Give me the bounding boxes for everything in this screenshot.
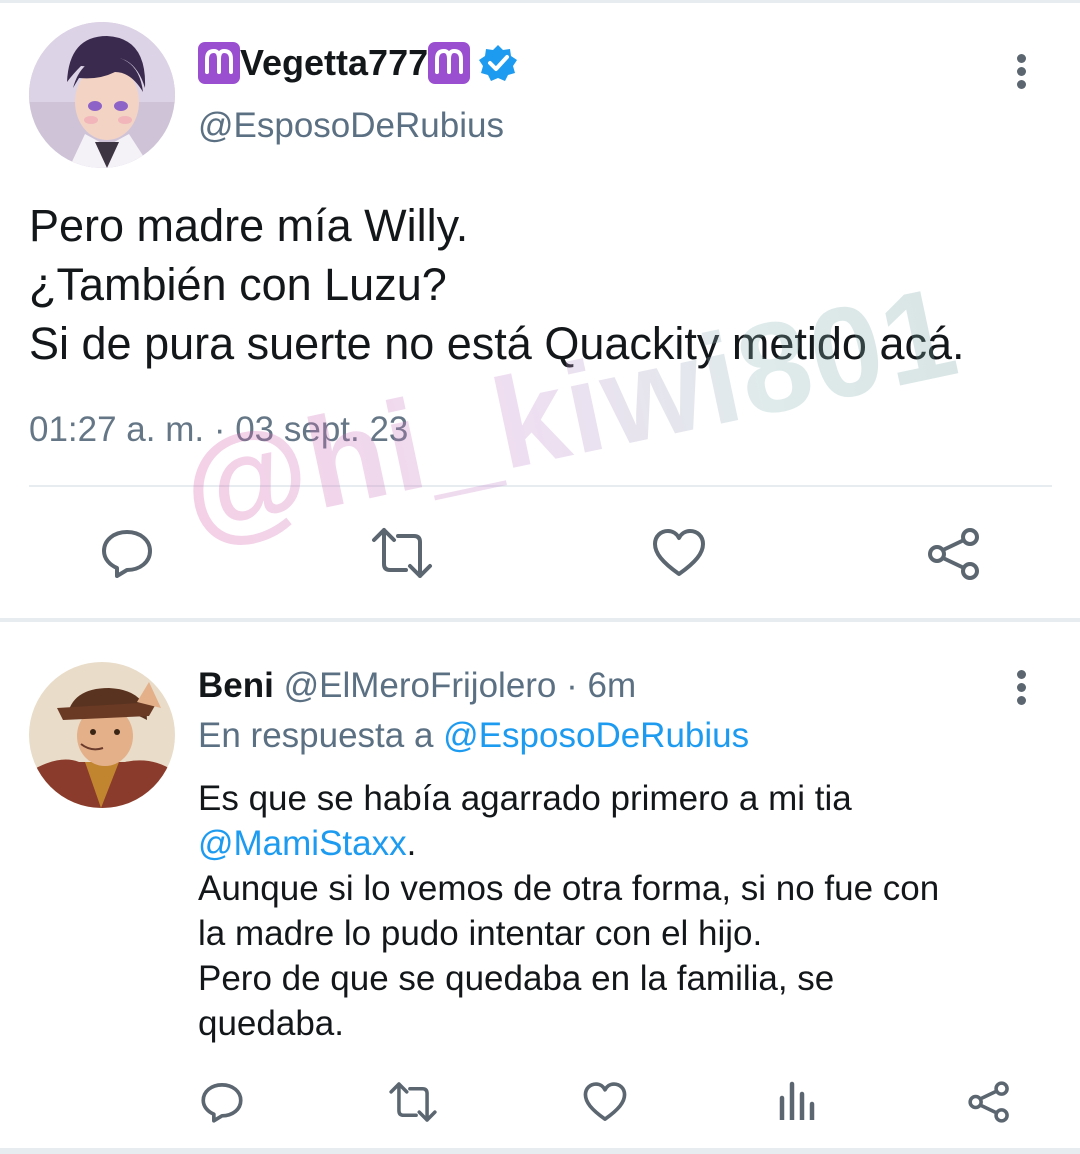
reply-display-name: Beni [198, 666, 274, 705]
reply-line: @MamiStaxx. [198, 821, 1058, 866]
reply-avatar[interactable] [29, 662, 175, 808]
more-options-icon[interactable] [1014, 54, 1028, 94]
top-divider [0, 0, 1080, 3]
display-name-row[interactable]: Vegetta777 [198, 42, 518, 84]
bottom-divider [0, 1148, 1080, 1154]
mention-link[interactable]: @MamiStaxx [198, 824, 407, 863]
reply-time: · 6m [566, 666, 637, 705]
reply-line: Es que se había agarrado primero a mi ti… [198, 779, 852, 818]
mention-suffix: . [406, 824, 417, 863]
like-icon[interactable] [652, 526, 706, 580]
in-reply-handle-link[interactable]: @EsposoDeRubius [443, 716, 749, 755]
reply-share-icon[interactable] [966, 1080, 1012, 1124]
avatar-image [29, 22, 175, 168]
reply-line: quedaba. [198, 1004, 344, 1043]
user-handle[interactable]: @EsposoDeRubius [198, 106, 504, 146]
reply-handle: @ElMeroFrijolero [283, 666, 557, 705]
reply-line: Aunque si lo vemos de otra forma, si no … [198, 869, 940, 908]
reply-like-icon[interactable] [583, 1080, 627, 1124]
avatar-image [29, 662, 175, 808]
section-divider [0, 618, 1080, 622]
reply-header[interactable]: Beni @ElMeroFrijolero · 6m [198, 666, 636, 706]
reply-icon[interactable] [100, 526, 154, 580]
reply-text: Es que se había agarrado primero a mi ti… [198, 776, 1058, 1046]
retweet-icon[interactable] [370, 526, 434, 580]
in-reply-prefix: En respuesta a [198, 716, 434, 755]
reply-more-options-icon[interactable] [1014, 670, 1028, 710]
in-reply-to: En respuesta a @EsposoDeRubius [198, 716, 749, 756]
reply-reply-icon[interactable] [200, 1080, 244, 1124]
display-name: Vegetta777 [240, 42, 429, 83]
reply-line: la madre lo pudo intentar con el hijo. [198, 914, 763, 953]
aries-emoji-icon [198, 42, 240, 84]
avatar[interactable] [29, 22, 175, 168]
aries-emoji-icon [428, 42, 471, 84]
tweet-line: Pero madre mía Willy. [29, 200, 469, 251]
verified-badge-icon [478, 43, 518, 83]
reply-line: Pero de que se quedaba en la familia, se [198, 959, 835, 998]
reply-retweet-icon[interactable] [388, 1080, 438, 1124]
analytics-icon[interactable] [778, 1080, 816, 1120]
share-icon[interactable] [926, 526, 982, 582]
